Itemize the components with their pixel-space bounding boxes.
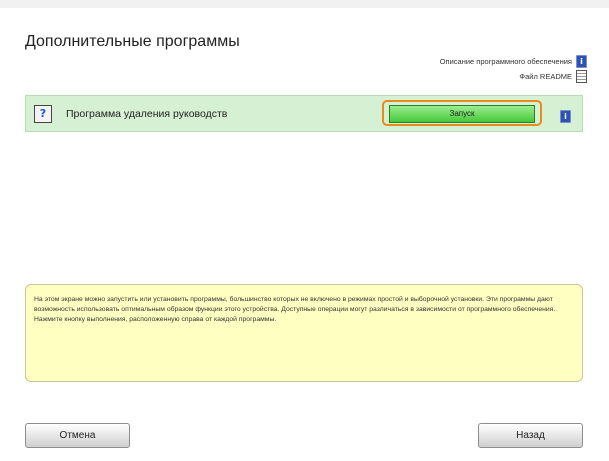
top-links: Описание программного обеспечения i Файл… [440,54,587,84]
launch-button-highlight: Запуск [382,100,542,126]
back-button[interactable]: Назад [478,423,583,448]
software-description-link[interactable]: Описание программного обеспечения i [440,54,587,69]
info-icon[interactable]: i [560,110,571,123]
program-row: ? Программа удаления руководств Запуск i [25,95,583,132]
launch-button[interactable]: Запуск [389,105,535,123]
page-title: Дополнительные программы [25,33,240,50]
uninstall-guide-icon: ? [34,105,52,123]
readme-label[interactable]: Файл README [519,69,572,84]
dialog-window: Дополнительные программы Описание програ… [0,0,609,461]
cancel-button[interactable]: Отмена [25,423,130,448]
readme-link[interactable]: Файл README [440,69,587,84]
description-text: На этом экране можно запустить или устан… [34,296,556,323]
description-box: На этом экране можно запустить или устан… [25,284,583,382]
program-info-button[interactable]: i [560,106,571,124]
program-name: Программа удаления руководств [66,108,228,120]
info-icon[interactable]: i [576,55,587,68]
software-description-label[interactable]: Описание программного обеспечения [440,54,572,69]
document-icon[interactable] [576,70,587,83]
